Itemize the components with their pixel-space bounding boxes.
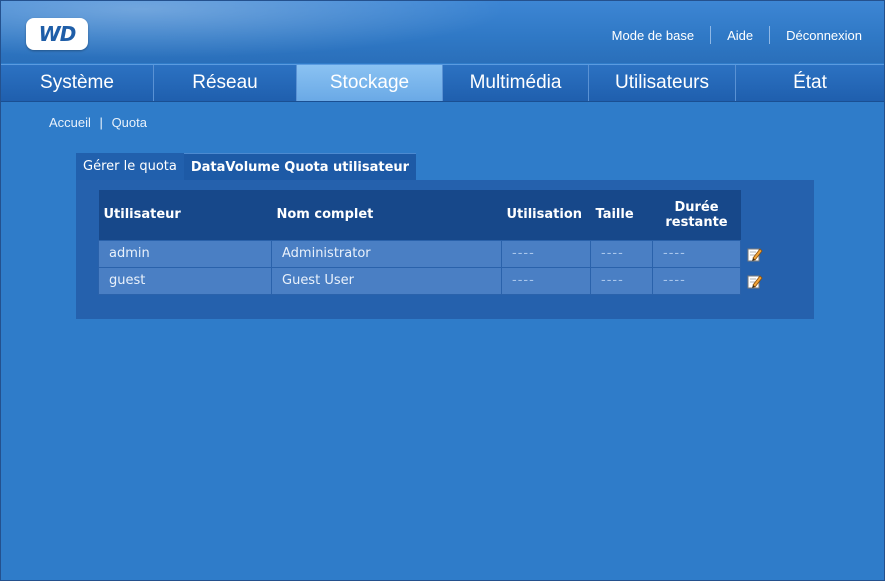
wd-logo: WD bbox=[26, 18, 88, 50]
user-quota-table: Utilisateur Nom complet Utilisation Tail… bbox=[98, 190, 767, 295]
cell-user: guest bbox=[98, 266, 272, 295]
edit-icon[interactable] bbox=[747, 246, 763, 262]
column-header-full-name: Nom complet bbox=[271, 190, 502, 240]
table-header-row: Utilisateur Nom complet Utilisation Tail… bbox=[98, 190, 767, 240]
column-header-remaining-line2: restante bbox=[665, 214, 728, 230]
cell-edit bbox=[741, 267, 767, 294]
table-row: admin Administrator ---- ---- ---- bbox=[98, 239, 767, 268]
link-divider bbox=[769, 26, 771, 44]
cell-full-name: Guest User bbox=[271, 266, 502, 295]
link-divider bbox=[710, 26, 712, 44]
header-links: Mode de base Aide Déconnexion bbox=[612, 26, 862, 44]
column-header-size: Taille bbox=[590, 190, 653, 240]
column-header-edit bbox=[741, 190, 767, 240]
subtab-user-quota[interactable]: DataVolume Quota utilisateur bbox=[183, 153, 417, 180]
help-link[interactable]: Aide bbox=[727, 28, 753, 43]
tab-network[interactable]: Réseau bbox=[154, 65, 297, 101]
quota-panel: Utilisateur Nom complet Utilisation Tail… bbox=[76, 180, 814, 319]
basic-mode-link[interactable]: Mode de base bbox=[612, 28, 694, 43]
table-row: guest Guest User ---- ---- ---- bbox=[98, 266, 767, 295]
breadcrumb-separator: | bbox=[99, 115, 103, 130]
quota-subtabs: Gérer le quota DataVolume Quota utilisat… bbox=[76, 153, 417, 180]
tab-status[interactable]: État bbox=[736, 65, 884, 101]
cell-user: admin bbox=[98, 239, 272, 268]
edit-icon[interactable] bbox=[747, 273, 763, 289]
cell-full-name: Administrator bbox=[271, 239, 502, 268]
cell-remaining: ---- bbox=[652, 239, 741, 268]
main-nav: Système Réseau Stockage Multimédia Utili… bbox=[1, 64, 884, 102]
breadcrumb-home-link[interactable]: Accueil bbox=[49, 115, 91, 130]
column-header-user: Utilisateur bbox=[98, 190, 272, 240]
cell-size: ---- bbox=[590, 239, 653, 268]
app-window: WD Mode de base Aide Déconnexion Système… bbox=[0, 0, 885, 581]
column-header-usage: Utilisation bbox=[501, 190, 591, 240]
tab-multimedia[interactable]: Multimédia bbox=[443, 65, 589, 101]
tab-storage[interactable]: Stockage bbox=[297, 65, 443, 101]
logout-link[interactable]: Déconnexion bbox=[786, 28, 862, 43]
cell-size: ---- bbox=[590, 266, 653, 295]
header-bar: WD Mode de base Aide Déconnexion bbox=[1, 1, 884, 63]
tab-users[interactable]: Utilisateurs bbox=[589, 65, 736, 101]
column-header-remaining: Durée restante bbox=[652, 190, 741, 240]
breadcrumb: Accueil | Quota bbox=[49, 115, 147, 130]
tab-system[interactable]: Système bbox=[1, 65, 154, 101]
cell-remaining: ---- bbox=[652, 266, 741, 295]
breadcrumb-current: Quota bbox=[111, 115, 147, 130]
cell-edit bbox=[741, 240, 767, 267]
subtab-manage-quota[interactable]: Gérer le quota bbox=[76, 153, 184, 180]
cell-usage: ---- bbox=[501, 239, 591, 268]
cell-usage: ---- bbox=[501, 266, 591, 295]
column-header-remaining-line1: Durée bbox=[674, 199, 719, 215]
